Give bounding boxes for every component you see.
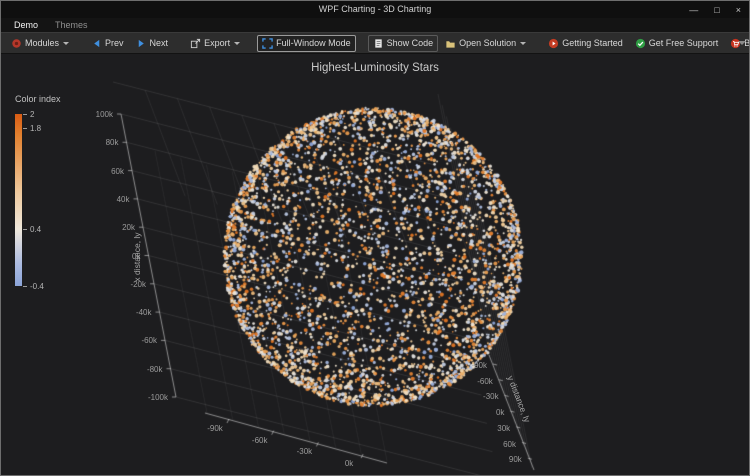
toolbar-button-next[interactable]: Next bbox=[131, 35, 174, 52]
legend-tick-mark bbox=[23, 128, 27, 129]
window-controls: — □ × bbox=[689, 1, 741, 18]
open-solution-icon bbox=[445, 38, 456, 49]
toolbar-button-open-solution[interactable]: Open Solution bbox=[440, 35, 531, 52]
legend-tick: -0.4 bbox=[23, 282, 44, 291]
legend-tick-label: 2 bbox=[30, 110, 34, 119]
tab-demo[interactable]: Demo bbox=[14, 20, 38, 30]
toolbar-button-show-code[interactable]: Show Code bbox=[368, 35, 439, 52]
scatter3d-canvas[interactable] bbox=[1, 54, 749, 475]
legend-tick: 1.8 bbox=[23, 124, 41, 133]
toolbar-button-get-free-support[interactable]: Get Free Support bbox=[630, 35, 724, 52]
show-code-icon bbox=[373, 38, 384, 49]
toolbar-button-label: Export bbox=[204, 38, 230, 48]
legend-gradient-bar bbox=[15, 114, 22, 286]
titlebar[interactable]: WPF Charting - 3D Charting — □ × bbox=[1, 1, 749, 18]
chart-area: 100k80k60k40k20k0k-20k-40k-60k-80k-100k-… bbox=[1, 54, 749, 475]
getting-started-icon bbox=[548, 38, 559, 49]
tab-themes[interactable]: Themes bbox=[55, 20, 88, 30]
toolbar-button-label: Full-Window Mode bbox=[276, 38, 351, 48]
modules-icon bbox=[11, 38, 22, 49]
toolbar-button-getting-started[interactable]: Getting Started bbox=[543, 35, 628, 52]
export-icon bbox=[190, 38, 201, 49]
toolbar: Modules Prev Next Export Full-Window Mode Sho… bbox=[1, 32, 749, 54]
legend-tick-label: 0.4 bbox=[30, 225, 41, 234]
legend-tick-mark bbox=[23, 286, 27, 287]
toolbar-button-label: Getting Started bbox=[562, 38, 623, 48]
close-button[interactable]: × bbox=[736, 5, 741, 15]
toolbar-button-prev[interactable]: Prev bbox=[86, 35, 129, 52]
maximize-button[interactable]: □ bbox=[714, 5, 719, 15]
legend-tick: 0.4 bbox=[23, 225, 41, 234]
prev-icon bbox=[91, 38, 102, 49]
minimize-button[interactable]: — bbox=[689, 5, 698, 15]
toolbar-button-export[interactable]: Export bbox=[185, 35, 245, 52]
toolbar-button-label: Get Free Support bbox=[649, 38, 719, 48]
legend-tick: 2 bbox=[23, 110, 34, 119]
toolbar-button-label: Modules bbox=[25, 38, 59, 48]
toolbar-button-full-window-mode[interactable]: Full-Window Mode bbox=[257, 35, 356, 52]
toolbar-button-label: Prev bbox=[105, 38, 124, 48]
toolbar-overflow-chevron-icon[interactable] bbox=[738, 41, 746, 45]
legend-tick-mark bbox=[23, 114, 27, 115]
legend-tick-mark bbox=[23, 229, 27, 230]
legend-title: Color index bbox=[15, 94, 61, 104]
app-window: WPF Charting - 3D Charting — □ × Demo The… bbox=[0, 0, 750, 476]
chevron-down-icon bbox=[63, 42, 69, 45]
chevron-down-icon bbox=[234, 42, 240, 45]
chart-title: Highest-Luminosity Stars bbox=[1, 62, 749, 74]
toolbar-button-label: Open Solution bbox=[459, 38, 516, 48]
toolbar-button-label: Next bbox=[150, 38, 169, 48]
legend-tick-label: 1.8 bbox=[30, 124, 41, 133]
window-title: WPF Charting - 3D Charting bbox=[1, 1, 749, 18]
toolbar-button-modules[interactable]: Modules bbox=[6, 35, 74, 52]
toolbar-button-label: Show Code bbox=[387, 38, 434, 48]
full-window-icon bbox=[262, 38, 273, 49]
chevron-down-icon bbox=[520, 42, 526, 45]
legend-tick-label: -0.4 bbox=[30, 282, 44, 291]
support-icon bbox=[635, 38, 646, 49]
next-icon bbox=[136, 38, 147, 49]
menu-tab-bar: Demo Themes bbox=[1, 18, 749, 32]
color-legend: Color index 21.80.4-0.4 bbox=[15, 94, 61, 286]
